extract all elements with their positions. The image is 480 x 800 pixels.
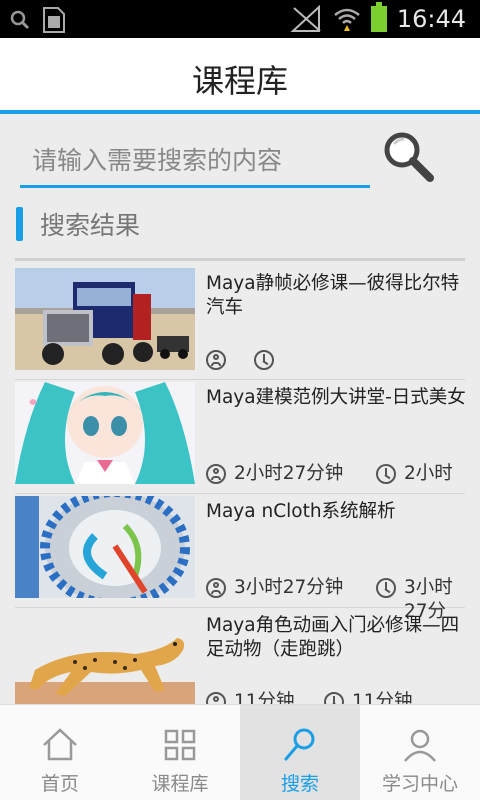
- course-title: Maya静帧必修课—彼得比尔特汽车: [206, 273, 460, 318]
- user-icon: [206, 350, 226, 370]
- nav-label-search: 搜索: [280, 773, 319, 795]
- nav-label-home: 首页: [40, 773, 79, 795]
- clock-icon: [254, 350, 274, 370]
- battery-icon: [370, 2, 387, 32]
- course-title: Maya nCloth系统解析: [206, 501, 396, 522]
- course-title: Maya角色动画入门必修课—四足动物（走跑跳）: [206, 615, 460, 660]
- course-title: Maya建模范例大讲堂-日式美女: [206, 387, 466, 408]
- status-bar: 16:44: [0, 0, 480, 38]
- divider: [15, 258, 465, 261]
- course-thumbnail-cloth-tube: [15, 496, 195, 598]
- no-signal-icon: [290, 5, 321, 32]
- nav-label-learning-center: 学习中心: [381, 773, 458, 795]
- nav-item-library[interactable]: 课程库: [120, 705, 240, 800]
- section-accent-bar: [16, 207, 23, 241]
- status-time: 16:44: [396, 5, 466, 33]
- list-item[interactable]: Maya nCloth系统解析 3小时27分钟 3小时27分: [15, 494, 465, 622]
- clock-icon: [376, 464, 396, 484]
- section-title: 搜索结果: [40, 211, 141, 240]
- course-duration: 3小时27分钟: [234, 577, 344, 598]
- course-thumbnail-cheetah: [15, 610, 195, 712]
- course-thumbnail-anime-girl: [15, 382, 195, 484]
- course-length: 2小时: [404, 463, 453, 484]
- search-input[interactable]: [20, 136, 370, 185]
- search-icon: [10, 10, 30, 30]
- section-header: 搜索结果: [16, 206, 140, 242]
- search-button[interactable]: [380, 130, 436, 186]
- nav-label-library: 课程库: [151, 773, 209, 795]
- user-icon: [206, 578, 226, 598]
- home-icon: [43, 728, 77, 761]
- list-item[interactable]: Maya建模范例大讲堂-日式美女 2小时27分钟 2小时: [15, 380, 466, 494]
- bottom-nav: 首页 课程库 搜索 学习中心: [0, 704, 480, 800]
- search-icon: [284, 728, 315, 761]
- nav-item-home[interactable]: 首页: [0, 705, 120, 800]
- user-icon: [404, 729, 436, 762]
- list-item[interactable]: Maya静帧必修课—彼得比尔特汽车: [15, 266, 465, 380]
- grid-icon: [164, 729, 196, 761]
- course-duration: 2小时27分钟: [234, 463, 344, 484]
- results-list: Maya静帧必修课—彼得比尔特汽车 Maya建模范例大讲堂-日式美女 2小时27: [15, 266, 466, 722]
- sim-card-icon: [43, 7, 65, 33]
- user-icon: [206, 464, 226, 484]
- page-title: 课程库: [191, 62, 288, 100]
- magnifier-icon: [384, 132, 434, 182]
- nav-item-learning-center[interactable]: 学习中心: [360, 705, 480, 800]
- nav-item-search[interactable]: 搜索: [240, 705, 360, 800]
- search-field[interactable]: [20, 136, 370, 188]
- title-bar: 课程库: [0, 38, 480, 114]
- wifi-icon: [334, 8, 360, 31]
- course-thumbnail-truck: [15, 268, 195, 370]
- clock-icon: [376, 578, 396, 598]
